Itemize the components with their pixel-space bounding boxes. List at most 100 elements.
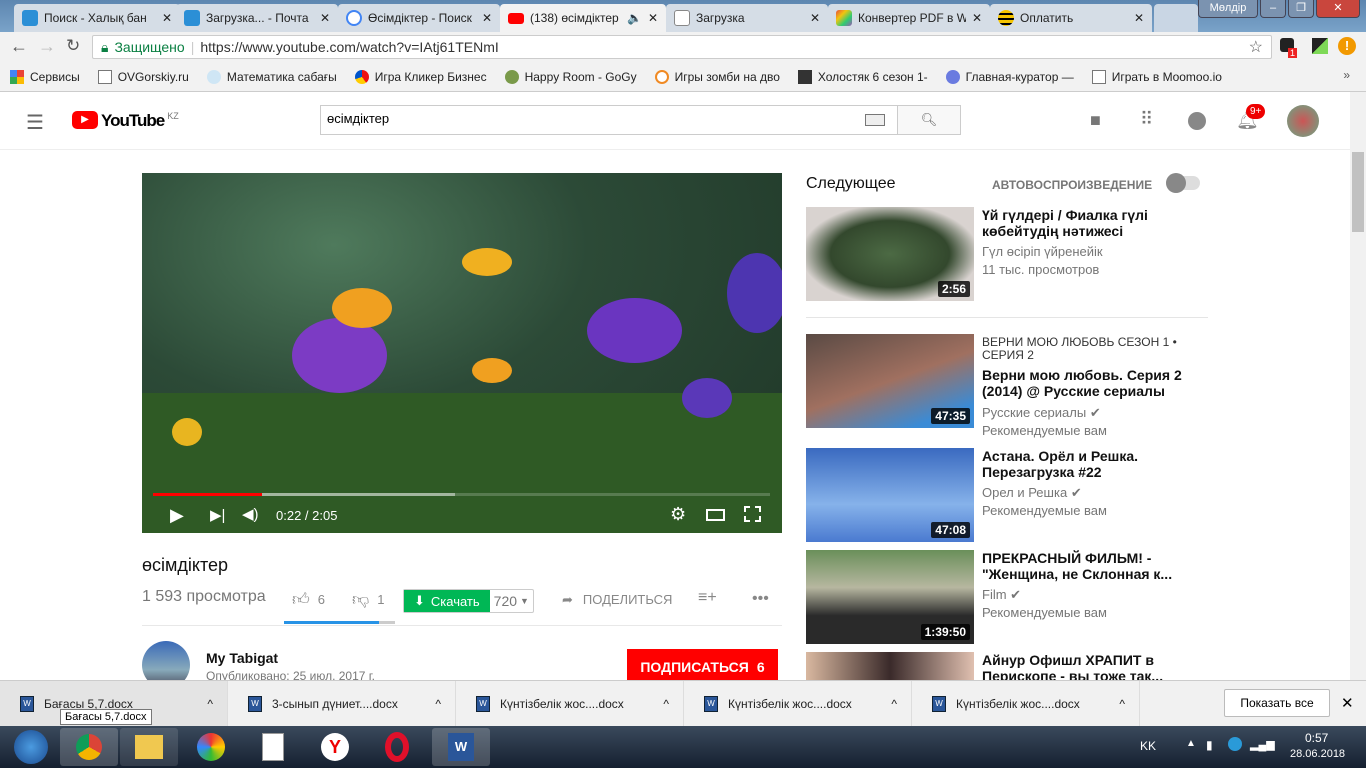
video-thumbnail[interactable]: 47:35 xyxy=(806,334,974,428)
chevron-up-icon[interactable]: ^ xyxy=(1119,697,1125,711)
menu-icon[interactable]: ☰ xyxy=(26,110,44,135)
e-app-icon[interactable] xyxy=(1228,737,1242,751)
forward-icon[interactable]: → xyxy=(38,36,56,57)
volume-icon[interactable]: ◀) xyxy=(242,505,259,523)
network-icon[interactable]: ▂▄▆ xyxy=(1250,738,1275,751)
scrollbar-thumb[interactable] xyxy=(1352,152,1364,232)
close-icon[interactable]: ✕ xyxy=(482,11,492,25)
browser-tab[interactable]: Загрузка... - Почта ✕ xyxy=(176,4,338,32)
bookmark[interactable]: Happy Room - GoGy xyxy=(504,69,637,84)
maximize-button[interactable]: ❐ xyxy=(1288,0,1314,18)
bookmark-apps[interactable]: Сервисы xyxy=(10,69,80,84)
chevron-up-icon[interactable]: ^ xyxy=(435,697,441,711)
recommended-video[interactable]: 47:08 Астана. Орёл и Решка. Перезагрузка… xyxy=(806,448,1210,543)
back-icon[interactable]: ← xyxy=(10,36,28,57)
theater-mode-icon[interactable] xyxy=(706,509,725,521)
word-taskbar[interactable]: W xyxy=(432,728,490,766)
star-icon[interactable]: ☆ xyxy=(1249,37,1263,57)
browser-tab[interactable]: Загрузка ✕ xyxy=(666,4,828,32)
show-hidden-icons[interactable]: ▲ xyxy=(1186,738,1196,749)
app-taskbar[interactable] xyxy=(244,728,302,766)
messages-icon[interactable] xyxy=(1188,112,1206,130)
url-text[interactable]: https://www.youtube.com/watch?v=IAtj61TE… xyxy=(200,39,1242,55)
download-item[interactable]: W Күнтізбелік жос....docx ^ xyxy=(456,681,684,727)
share-button[interactable]: ➦ ПОДЕЛИТЬСЯ xyxy=(562,592,672,608)
youtube-logo[interactable]: ▶ YouTube KZ xyxy=(72,111,179,131)
play-icon[interactable]: ▶ xyxy=(170,505,184,526)
channel-name[interactable]: My Tabigat xyxy=(206,650,278,666)
download-item[interactable]: W 3-сынып дүниет....docx ^ xyxy=(228,681,456,727)
language-indicator[interactable]: KK xyxy=(1140,739,1156,753)
rec-title[interactable]: Астана. Орёл и Решка. Перезагрузка #22 xyxy=(982,448,1182,480)
avatar[interactable] xyxy=(1287,105,1319,137)
rec-title[interactable]: ПРЕКРАСНЫЙ ФИЛЬМ! - "Женщина, не Склонна… xyxy=(982,550,1182,582)
video-thumbnail[interactable]: 1:39:50 xyxy=(806,550,974,644)
autoplay-toggle[interactable] xyxy=(1166,173,1200,193)
clock-time[interactable]: 0:57 xyxy=(1305,731,1328,745)
apps-grid-icon[interactable]: ⠿ xyxy=(1140,109,1153,130)
bookmark[interactable]: OVGorskiy.ru xyxy=(97,69,189,84)
browser-tab[interactable]: Өсімдіктер - Поиск ✕ xyxy=(338,4,500,32)
explorer-taskbar[interactable] xyxy=(120,728,178,766)
close-icon[interactable]: ✕ xyxy=(648,11,658,25)
device-icon[interactable]: ▮ xyxy=(1206,738,1213,752)
bookmark[interactable]: Холостяк 6 сезон 1- xyxy=(797,69,928,84)
rec-title[interactable]: Верни мою любовь. Серия 2 (2014) @ Русск… xyxy=(982,367,1182,399)
bookmark[interactable]: Играть в Moomoo.io xyxy=(1091,69,1222,84)
browser-tab[interactable]: Поиск - Халық бан ✕ xyxy=(14,4,180,32)
keyboard-icon[interactable] xyxy=(865,114,885,126)
chevron-up-icon[interactable]: ^ xyxy=(891,697,897,711)
bookmark[interactable]: Главная-куратор — xyxy=(945,69,1074,84)
chevron-up-icon[interactable]: ^ xyxy=(207,697,213,711)
video-thumbnail[interactable] xyxy=(806,652,974,680)
rec-title[interactable]: Айнур Офишл ХРАПИТ в Перископе - вы тоже… xyxy=(982,652,1182,680)
browser-tab[interactable]: Конвертер PDF в W ✕ xyxy=(828,4,990,32)
app-taskbar[interactable] xyxy=(182,728,240,766)
recommended-video[interactable]: 47:35 ВЕРНИ МОЮ ЛЮБОВЬ СЕЗОН 1 • СЕРИЯ 2… xyxy=(806,334,1210,438)
new-tab-button[interactable] xyxy=(1154,4,1198,32)
recommended-video[interactable]: Айнур Офишл ХРАПИТ в Перископе - вы тоже… xyxy=(806,652,1210,680)
video-thumbnail[interactable]: 47:08 xyxy=(806,448,974,542)
next-icon[interactable]: ▶| xyxy=(210,506,225,524)
close-icon[interactable]: ✕ xyxy=(162,11,172,25)
browser-tab[interactable]: Оплатить ✕ xyxy=(990,4,1152,32)
download-item[interactable]: W Күнтізбелік жос....docx ^ xyxy=(684,681,912,727)
rec-title[interactable]: Үй гүлдері / Фиалка гүлі көбейтудің нәти… xyxy=(982,207,1182,239)
more-bookmarks-icon[interactable]: » xyxy=(1343,68,1350,82)
recommended-video[interactable]: 1:39:50 ПРЕКРАСНЫЙ ФИЛЬМ! - "Женщина, не… xyxy=(806,550,1210,645)
close-icon[interactable]: ✕ xyxy=(1134,11,1144,25)
seek-bar[interactable] xyxy=(153,493,770,496)
browser-tab-active[interactable]: (138) өсімдіктер 🔈 ✕ xyxy=(500,4,666,32)
scrollbar[interactable] xyxy=(1350,92,1366,680)
fullscreen-icon[interactable] xyxy=(744,506,761,522)
upload-video-icon[interactable]: ■ xyxy=(1090,110,1101,131)
dislike-button[interactable]: 👎︎ 1 xyxy=(352,589,385,610)
search-button[interactable]: 🔍︎ xyxy=(897,105,961,135)
download-item[interactable]: W Күнтізбелік жос....docx ^ xyxy=(912,681,1140,727)
close-icon[interactable]: ✕ xyxy=(810,11,820,25)
quality-select[interactable]: 720 ▼ xyxy=(490,590,533,612)
search-input[interactable]: өсімдіктер xyxy=(320,105,898,135)
show-all-downloads-button[interactable]: Показать все xyxy=(1224,689,1330,717)
minimize-button[interactable]: – xyxy=(1260,0,1286,18)
video-player[interactable]: ▶ ▶| ◀) 0:22 / 2:05 ⚙ xyxy=(142,173,782,533)
chrome-taskbar[interactable] xyxy=(60,728,118,766)
close-window-button[interactable]: ✕ xyxy=(1316,0,1360,18)
like-button[interactable]: 👍︎ 6 xyxy=(292,589,325,610)
extension-icon[interactable] xyxy=(1312,38,1328,54)
recommended-video[interactable]: 2:56 Үй гүлдері / Фиалка гүлі көбейтудің… xyxy=(806,207,1210,302)
bookmark[interactable]: Игра Кликер Бизнес xyxy=(354,69,487,84)
alert-icon[interactable]: ! xyxy=(1338,37,1356,55)
opera-taskbar[interactable] xyxy=(368,728,426,766)
download-button[interactable]: ⬇ Скачать xyxy=(404,590,490,612)
yandex-taskbar[interactable]: Y xyxy=(306,728,364,766)
close-downloads-icon[interactable]: ✕ xyxy=(1341,694,1354,712)
chevron-up-icon[interactable]: ^ xyxy=(663,697,669,711)
profile-button[interactable]: Мөлдір xyxy=(1198,0,1258,18)
add-to-playlist-icon[interactable]: ≡+ xyxy=(698,589,717,607)
more-actions-icon[interactable]: ••• xyxy=(752,590,769,608)
clock-date[interactable]: 28.06.2018 xyxy=(1290,748,1345,760)
settings-gear-icon[interactable]: ⚙ xyxy=(670,504,686,525)
address-bar[interactable]: 🔒︎ Защищено | https://www.youtube.com/wa… xyxy=(92,35,1272,59)
bookmark[interactable]: Математика сабағы xyxy=(206,69,337,84)
